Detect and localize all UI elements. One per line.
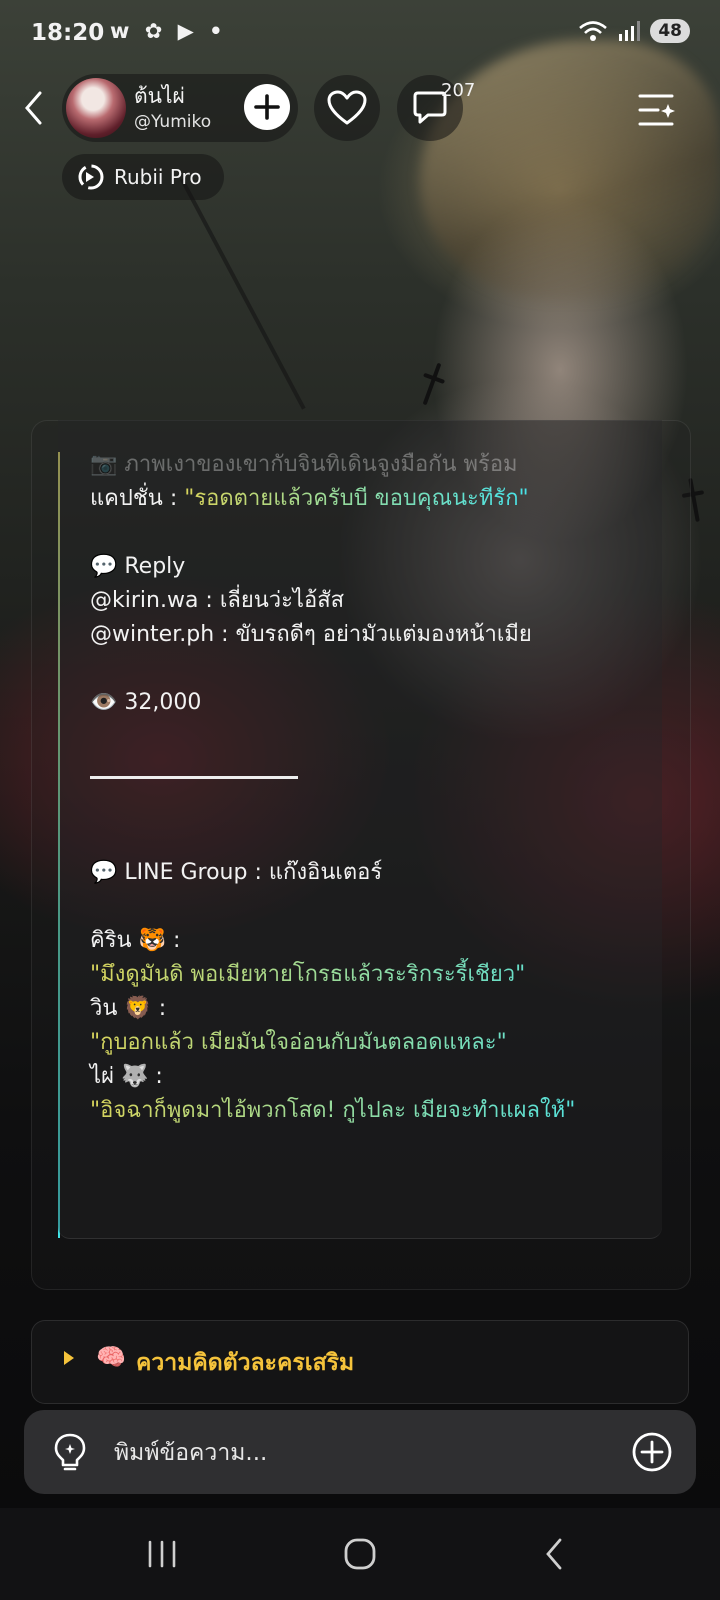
- status-right: 48: [578, 19, 690, 43]
- wifi-icon: [579, 21, 608, 41]
- message-composer: [24, 1410, 696, 1494]
- lightbulb-icon[interactable]: [52, 1432, 88, 1472]
- expand-arrow-icon: [64, 1351, 74, 1365]
- divider: [90, 754, 650, 788]
- chat-line: 📷 ภาพเงาของเขากับจินทิเดินจูงมือกัน พร้อ…: [90, 452, 518, 477]
- message-text: 📷 ภาพเงาของเขากับจินทิเดินจูงมือกัน พร้อ…: [90, 448, 650, 1128]
- chat-quote: "อิจฉาก็พูดมาไอ้พวกโสด! กูไปละ เมียจะทำแ…: [90, 1094, 630, 1128]
- thoughts-label: ความคิดตัวละครเสริม: [136, 1350, 355, 1376]
- chevron-left-icon: [25, 91, 42, 125]
- follow-button[interactable]: [244, 84, 290, 130]
- message-input[interactable]: [112, 1432, 616, 1474]
- chat-quote: "มึงดูมันดิ พอเมียหายโกรธแล้วระริกระรี้เ…: [90, 958, 650, 992]
- system-navigation-bar: [0, 1508, 720, 1600]
- list-sparkle-icon: [638, 94, 675, 126]
- chat-line: 💬 Reply: [90, 554, 186, 579]
- like-button[interactable]: [314, 75, 380, 141]
- recent-apps-button[interactable]: [138, 1532, 186, 1576]
- chat-line: วิน 🦁 :: [90, 996, 167, 1021]
- signal-icon: [619, 21, 641, 41]
- system-back-button[interactable]: [530, 1532, 578, 1576]
- back-button[interactable]: [16, 88, 52, 128]
- caption-quote: "รอดตายแล้วครับบี่ ขอบคุณนะที่รัก": [184, 486, 529, 511]
- profile-handle: @Yumiko: [134, 112, 212, 132]
- notification-icons: w ✿ ▶ •: [110, 19, 227, 43]
- avatar[interactable]: [66, 78, 126, 138]
- back-arrow-icon: [546, 1538, 562, 1570]
- recent-apps-icon: [148, 1540, 176, 1568]
- heart-icon: [327, 90, 367, 125]
- message-content: 📷 ภาพเงาของเขากับจินทิเดินจูงมือกัน พร้อ…: [58, 420, 662, 1239]
- home-icon: [344, 1538, 376, 1570]
- chat-line: @winter.ph : ขับรถดีๆ อย่ามัวแต่มองหน้าเ…: [90, 622, 532, 647]
- caption-label: แคปชั่น :: [90, 486, 185, 511]
- rubii-logo-icon: [78, 164, 104, 190]
- status-bar: 18:20 w ✿ ▶ • 48: [0, 0, 720, 64]
- home-button[interactable]: [336, 1532, 384, 1576]
- view-count: 👁️ 32,000: [90, 690, 202, 715]
- plus-icon: [254, 94, 280, 120]
- chat-quote: "กูบอกแล้ว เมียมันใจอ่อนกับมันตลอดแหละ": [90, 1026, 650, 1060]
- chat-line: 💬 LINE Group : แก๊งอินเตอร์: [90, 860, 383, 885]
- comment-count: 207: [441, 80, 476, 101]
- profile-name: ต้นไผ่: [134, 84, 185, 108]
- chat-menu-button[interactable]: [636, 90, 682, 130]
- battery-indicator: 48: [650, 19, 690, 43]
- rubii-pro-label: Rubii Pro: [114, 165, 202, 189]
- chat-line: @kirin.wa : เลี่ยนว่ะไอ้สัส: [90, 588, 345, 613]
- brain-icon: 🧠: [96, 1343, 126, 1371]
- chat-line: คิริน 🐯 :: [90, 928, 181, 953]
- status-time: 18:20: [31, 20, 105, 46]
- chat-line: ไผ่ 🐺 :: [90, 1064, 163, 1089]
- rubii-pro-badge[interactable]: Rubii Pro: [62, 154, 224, 200]
- chat-line: แคปชั่น : "รอดตายแล้วครับบี่ ขอบคุณนะที่…: [90, 482, 650, 516]
- supporting-character-thoughts-toggle[interactable]: 🧠 ความคิดตัวละครเสริม: [31, 1320, 689, 1404]
- add-circle-icon[interactable]: [630, 1430, 674, 1474]
